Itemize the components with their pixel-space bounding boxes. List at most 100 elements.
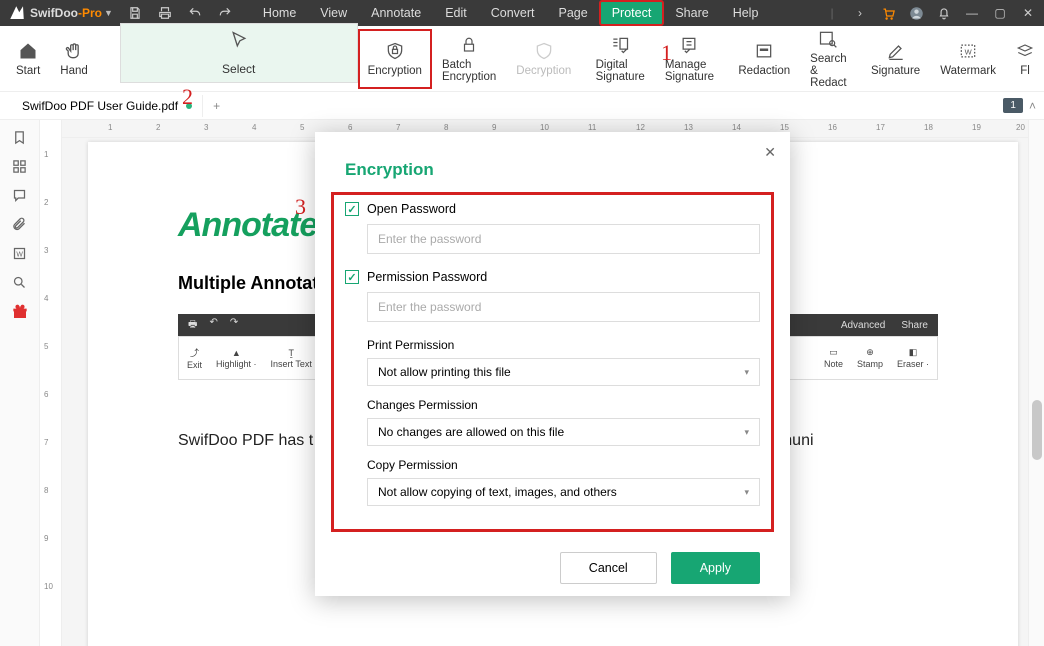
lock-icon	[460, 35, 478, 55]
cursor-icon	[229, 30, 249, 50]
cancel-button[interactable]: Cancel	[560, 552, 657, 584]
dialog-close-icon[interactable]: ✕	[764, 144, 776, 161]
print-permission-label: Print Permission	[367, 338, 760, 352]
ribbon-digital-signature[interactable]: Digital Signature	[586, 29, 655, 89]
document-tab-bar: SwifDoo PDF User Guide.pdf + 1 ˄	[0, 92, 1044, 120]
search-redact-icon	[818, 29, 838, 49]
apply-button[interactable]: Apply	[671, 552, 760, 584]
chevron-right-icon[interactable]: ›	[852, 6, 868, 20]
vertical-ruler: 1 2 3 4 5 6 7 8 9 10	[40, 120, 62, 646]
print-icon[interactable]	[157, 6, 173, 20]
menu-protect[interactable]: Protect	[600, 1, 664, 25]
changes-permission-label: Changes Permission	[367, 398, 760, 412]
redo-icon[interactable]	[217, 6, 233, 20]
ribbon-encryption[interactable]: Encryption	[358, 29, 432, 89]
add-tab-button[interactable]: +	[203, 99, 230, 113]
document-tab[interactable]: SwifDoo PDF User Guide.pdf	[12, 95, 203, 117]
hand-icon	[64, 41, 84, 61]
copy-permission-select[interactable]: Not allow copying of text, images, and o…	[367, 478, 760, 506]
pen-icon	[886, 41, 906, 61]
layers-icon	[1016, 41, 1034, 61]
menu-annotate[interactable]: Annotate	[359, 1, 433, 25]
brand-dropdown-icon[interactable]: ▼	[104, 8, 113, 18]
menu-convert[interactable]: Convert	[479, 1, 547, 25]
svg-text:W: W	[16, 252, 23, 259]
vertical-scrollbar[interactable]	[1028, 120, 1044, 646]
bookmark-icon[interactable]	[12, 130, 27, 145]
ribbon-select[interactable]: Select	[120, 23, 358, 83]
ribbon-hand[interactable]: Hand	[50, 29, 98, 89]
print-permission-select[interactable]: Not allow printing this file▾	[367, 358, 760, 386]
ribbon-batch-encryption[interactable]: Batch Encryption	[432, 29, 506, 89]
dialog-title: Encryption	[345, 160, 760, 180]
chevron-down-icon: ▾	[744, 367, 749, 378]
page-number-badge: 1	[1003, 98, 1023, 113]
collapse-ribbon-icon[interactable]: ˄	[1029, 99, 1036, 113]
exit-icon: ⤴	[190, 346, 199, 359]
menu-page[interactable]: Page	[547, 1, 600, 25]
chevron-down-icon: ▾	[744, 487, 749, 498]
encryption-dialog: ✕ Encryption ✓ Open Password ✓ Permission …	[315, 132, 790, 596]
menu-edit[interactable]: Edit	[433, 1, 479, 25]
app-logo-icon	[8, 4, 26, 22]
attachment-icon[interactable]	[12, 217, 27, 232]
manage-signature-icon	[679, 35, 699, 55]
user-icon[interactable]	[908, 6, 924, 21]
menu-home[interactable]: Home	[251, 1, 308, 25]
permission-password-checkbox[interactable]: ✓	[345, 270, 359, 284]
note-icon: ▭	[829, 347, 838, 358]
changes-permission-select[interactable]: No changes are allowed on this file▾	[367, 418, 760, 446]
permission-password-label: Permission Password	[367, 270, 487, 284]
separator-icon: |	[824, 6, 840, 20]
open-password-checkbox[interactable]: ✓	[345, 202, 359, 216]
search-icon[interactable]	[12, 275, 27, 290]
ribbon-search-redact[interactable]: Search & Redact	[800, 29, 856, 89]
side-panel: W	[0, 120, 40, 646]
permission-password-input[interactable]	[367, 292, 760, 322]
open-password-label: Open Password	[367, 202, 456, 216]
bell-icon[interactable]	[936, 6, 952, 20]
home-icon	[18, 41, 38, 61]
callout-marker-3: 3	[295, 194, 306, 220]
minimize-icon[interactable]: —	[964, 6, 980, 20]
ribbon-decryption[interactable]: Decryption	[506, 29, 581, 89]
redaction-icon	[754, 41, 774, 61]
ribbon-signature[interactable]: Signature	[861, 29, 930, 89]
maximize-icon[interactable]: ▢	[992, 6, 1008, 20]
undo-icon[interactable]	[187, 6, 203, 20]
ribbon-toolbar: Start Hand Select Encryption Batch Encry…	[0, 26, 1044, 92]
save-icon[interactable]	[127, 6, 143, 20]
svg-text:W: W	[965, 47, 973, 56]
scrollbar-thumb[interactable]	[1032, 400, 1042, 460]
dialog-body-frame: ✓ Open Password ✓ Permission Password Prin…	[331, 192, 774, 532]
main-menu: Home View Annotate Edit Convert Page Pro…	[251, 1, 770, 25]
copy-permission-label: Copy Permission	[367, 458, 760, 472]
thumbnails-icon[interactable]	[12, 159, 27, 174]
ribbon-watermark[interactable]: WWatermark	[930, 29, 1006, 89]
stamp-icon: ⊕	[866, 347, 874, 358]
app-brand: SwifDoo-Pro	[30, 6, 102, 20]
ribbon-redaction[interactable]: Redaction	[728, 29, 800, 89]
menu-share[interactable]: Share	[663, 1, 720, 25]
lock-shield-icon	[385, 41, 405, 61]
highlight-icon: ▲	[232, 348, 241, 358]
callout-marker-1: 1	[661, 40, 672, 66]
cart-icon[interactable]	[880, 6, 896, 21]
ribbon-start[interactable]: Start	[6, 29, 50, 89]
insert-text-icon: Ṯ	[288, 348, 294, 358]
menu-view[interactable]: View	[308, 1, 359, 25]
mini-redo-icon: ↷	[230, 317, 238, 334]
signature-list-icon	[610, 35, 630, 55]
gift-icon[interactable]	[12, 304, 28, 320]
open-password-input[interactable]	[367, 224, 760, 254]
eraser-icon: ◧	[909, 347, 918, 358]
close-icon[interactable]: ✕	[1020, 6, 1036, 20]
callout-marker-2: 2	[182, 84, 193, 110]
unlock-shield-icon	[534, 41, 554, 61]
mini-print-icon: 🖶	[188, 317, 197, 334]
word-icon[interactable]: W	[12, 246, 27, 261]
watermark-icon: W	[958, 41, 978, 61]
comment-icon[interactable]	[12, 188, 27, 203]
ribbon-flatten[interactable]: Fl	[1006, 29, 1044, 89]
menu-help[interactable]: Help	[721, 1, 771, 25]
